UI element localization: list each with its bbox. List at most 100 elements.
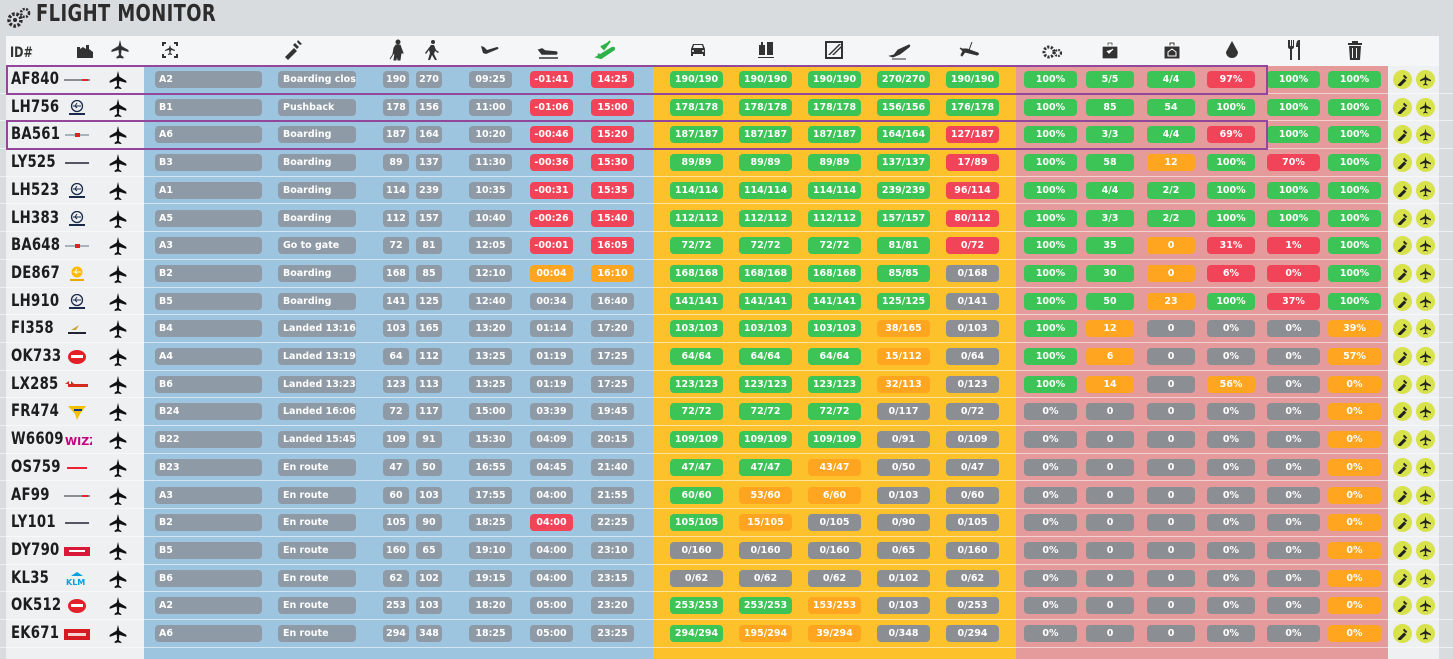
seat-count[interactable]: 65 xyxy=(416,541,442,559)
delay-time[interactable]: 05:00 xyxy=(530,597,573,615)
passenger-status-2[interactable]: 195/294 xyxy=(739,625,792,642)
service-status-1[interactable]: 100% xyxy=(1024,71,1077,88)
pushback-action-button[interactable] xyxy=(1393,457,1412,477)
service-status-4[interactable]: 100% xyxy=(1207,292,1255,310)
flight-id[interactable]: LX285 xyxy=(11,374,59,394)
scheduled-time[interactable]: 18:25 xyxy=(469,625,512,642)
passenger-status-1[interactable]: 105/105 xyxy=(670,514,723,532)
service-status-1[interactable]: 100% xyxy=(1024,209,1077,227)
flight-row[interactable]: KL35 KLM B6 En route 62 102 19:15 04:00 23:15 0/6… xyxy=(0,565,1453,593)
gate-field[interactable]: B22 xyxy=(155,431,262,449)
service-status-6[interactable]: 57% xyxy=(1328,348,1381,365)
aircraft-action-button[interactable] xyxy=(1416,125,1435,145)
passenger-count[interactable]: 60 xyxy=(383,486,409,504)
service-status-6[interactable]: 100% xyxy=(1328,292,1381,310)
passenger-status-4[interactable]: 137/137 xyxy=(877,154,930,172)
scheduled-time[interactable]: 13:25 xyxy=(469,348,512,365)
aircraft-icon[interactable] xyxy=(108,181,128,201)
passenger-status-2[interactable]: 89/89 xyxy=(739,154,792,172)
passenger-status-3[interactable]: 123/123 xyxy=(808,375,861,393)
scheduled-time[interactable]: 10:20 xyxy=(469,126,512,144)
service-status-5[interactable]: 100% xyxy=(1267,71,1320,88)
passenger-status-3[interactable]: 72/72 xyxy=(808,237,861,255)
passenger-status-5[interactable]: 80/112 xyxy=(946,209,999,227)
pushback-action-button[interactable] xyxy=(1393,568,1412,588)
passenger-count[interactable]: 112 xyxy=(383,209,409,227)
seat-count[interactable]: 91 xyxy=(416,431,442,449)
service-status-5[interactable]: 100% xyxy=(1267,98,1320,116)
passenger-status-1[interactable]: 64/64 xyxy=(670,348,723,365)
passenger-status-2[interactable]: 0/160 xyxy=(739,541,792,559)
flight-row[interactable]: BA561 A6 Boarding 187 164 10:20 -00:46 15:20 187… xyxy=(0,121,1453,150)
service-status-5[interactable]: 0% xyxy=(1267,320,1320,338)
aircraft-icon[interactable] xyxy=(108,292,128,312)
gate-field[interactable]: A3 xyxy=(155,237,262,255)
seat-count[interactable]: 117 xyxy=(416,403,442,421)
flight-row[interactable]: LH523 A1 Boarding 114 239 10:35 -00:31 15:35 114… xyxy=(0,177,1453,205)
passenger-status-2[interactable]: 15/105 xyxy=(739,514,792,532)
flight-row[interactable]: W6609WIZZ B22 Landed 15:45 109 91 15:30 04:09 2… xyxy=(0,426,1453,454)
gate-field[interactable]: B2 xyxy=(155,264,262,282)
service-status-6[interactable]: 39% xyxy=(1328,320,1381,338)
passenger-count[interactable]: 168 xyxy=(383,264,409,282)
service-status-2[interactable]: 30 xyxy=(1086,264,1134,282)
flight-id[interactable]: AF840 xyxy=(11,69,59,89)
delay-time[interactable]: -00:01 xyxy=(530,237,573,255)
service-status-2[interactable]: 0 xyxy=(1086,403,1134,421)
flight-id[interactable]: FI358 xyxy=(11,318,54,338)
estimated-time[interactable]: 23:25 xyxy=(591,625,634,642)
aircraft-action-button[interactable] xyxy=(1416,97,1435,117)
service-status-1[interactable]: 100% xyxy=(1024,126,1077,144)
flight-id[interactable]: OS759 xyxy=(11,457,61,477)
service-status-5[interactable]: 0% xyxy=(1267,375,1320,393)
estimated-time[interactable]: 23:15 xyxy=(591,569,634,587)
estimated-time[interactable]: 15:40 xyxy=(591,209,634,227)
status-field[interactable]: Go to gate xyxy=(278,237,356,255)
service-status-4[interactable]: 0% xyxy=(1207,486,1255,504)
service-status-5[interactable]: 100% xyxy=(1267,209,1320,227)
aircraft-icon[interactable] xyxy=(108,98,128,118)
flight-row[interactable]: FR474 B24 Landed 16:06 72 117 15:00 03:39 19:45… xyxy=(0,398,1453,427)
passenger-status-1[interactable]: 72/72 xyxy=(670,403,723,421)
delay-time[interactable]: 04:09 xyxy=(530,431,573,449)
passenger-status-4[interactable]: 0/348 xyxy=(877,625,930,642)
passenger-status-2[interactable]: 72/72 xyxy=(739,237,792,255)
pushback-action-button[interactable] xyxy=(1393,180,1412,200)
scheduled-time[interactable]: 10:35 xyxy=(469,181,512,199)
service-status-3[interactable]: 2/2 xyxy=(1147,209,1195,227)
service-status-5[interactable]: 37% xyxy=(1267,292,1320,310)
passenger-status-1[interactable]: 123/123 xyxy=(670,375,723,393)
passenger-status-4[interactable]: 125/125 xyxy=(877,292,930,310)
passenger-count[interactable]: 160 xyxy=(383,541,409,559)
estimated-time[interactable]: 16:05 xyxy=(591,237,634,255)
passenger-count[interactable]: 62 xyxy=(383,569,409,587)
scheduled-time[interactable]: 12:10 xyxy=(469,264,512,282)
passenger-status-1[interactable]: 190/190 xyxy=(670,71,723,88)
passenger-status-5[interactable]: 0/294 xyxy=(946,625,999,642)
passenger-status-4[interactable]: 0/65 xyxy=(877,541,930,559)
service-status-3[interactable]: 0 xyxy=(1147,597,1195,615)
passenger-status-4[interactable]: 15/112 xyxy=(877,348,930,365)
status-field[interactable]: En route xyxy=(278,597,356,615)
delay-time[interactable]: -00:26 xyxy=(530,209,573,227)
gate-field[interactable]: A5 xyxy=(155,209,262,227)
flight-row[interactable]: OS759 B23 En route 47 50 16:55 04:45 21:40 47/47… xyxy=(0,454,1453,482)
service-status-1[interactable]: 100% xyxy=(1024,292,1077,310)
pushback-action-button[interactable] xyxy=(1393,208,1412,228)
service-status-3[interactable]: 0 xyxy=(1147,348,1195,365)
flight-id[interactable]: LH523 xyxy=(11,180,59,200)
flight-id[interactable]: KL35 xyxy=(11,568,49,588)
service-status-6[interactable]: 100% xyxy=(1328,154,1381,172)
passenger-status-1[interactable]: 141/141 xyxy=(670,292,723,310)
gate-field[interactable]: A2 xyxy=(155,71,262,88)
flight-id[interactable]: LY525 xyxy=(11,152,56,172)
passenger-status-5[interactable]: 0/105 xyxy=(946,514,999,532)
passenger-status-2[interactable]: 123/123 xyxy=(739,375,792,393)
passenger-count[interactable]: 105 xyxy=(383,514,409,532)
service-status-6[interactable]: 100% xyxy=(1328,264,1381,282)
gate-field[interactable]: B6 xyxy=(155,569,262,587)
passenger-status-3[interactable]: 178/178 xyxy=(808,98,861,116)
scheduled-time[interactable]: 12:05 xyxy=(469,237,512,255)
passenger-status-2[interactable]: 187/187 xyxy=(739,126,792,144)
service-status-3[interactable]: 54 xyxy=(1147,98,1195,116)
